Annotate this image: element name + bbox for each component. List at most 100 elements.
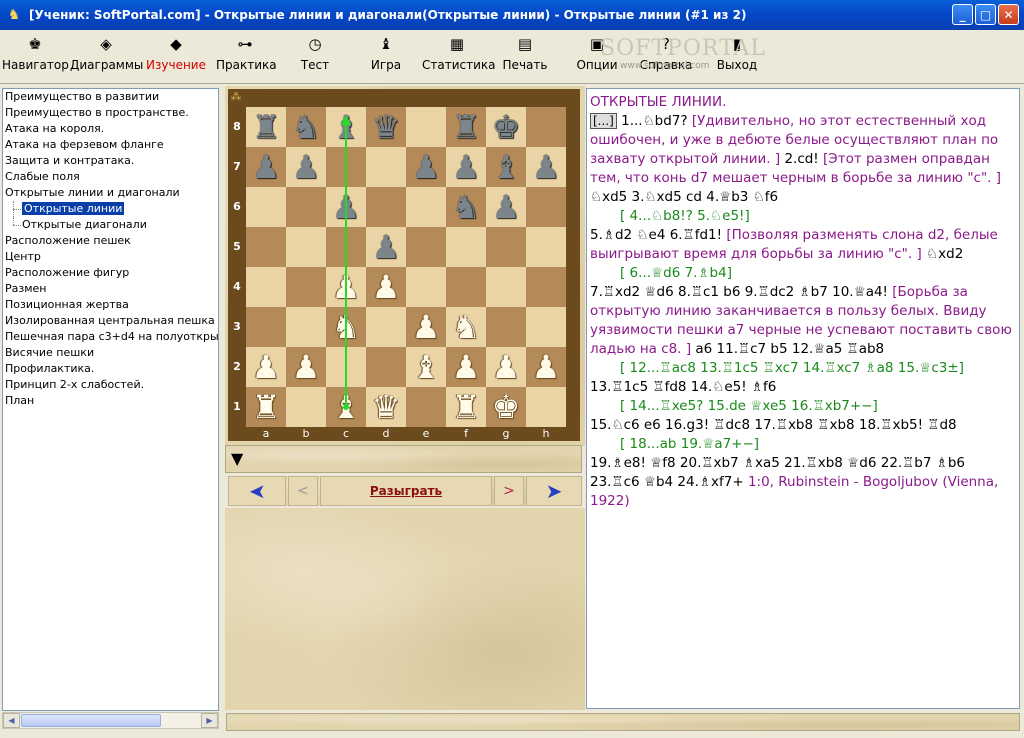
- square-a4[interactable]: [246, 267, 286, 307]
- square-g6[interactable]: ♟: [486, 187, 526, 227]
- scroll-left-icon[interactable]: ◀: [3, 713, 20, 728]
- square-a3[interactable]: [246, 307, 286, 347]
- square-h5[interactable]: [526, 227, 566, 267]
- square-g1[interactable]: ♚: [486, 387, 526, 427]
- tree-item[interactable]: Атака на ферзевом фланге: [3, 137, 218, 153]
- tree-item[interactable]: Преимущество в развитии: [3, 89, 218, 105]
- square-b8[interactable]: ♞: [286, 107, 326, 147]
- square-a2[interactable]: ♟: [246, 347, 286, 387]
- square-a1[interactable]: ♜: [246, 387, 286, 427]
- square-b7[interactable]: ♟: [286, 147, 326, 187]
- square-c4[interactable]: ♟: [326, 267, 366, 307]
- black-pawn-icon[interactable]: ♟: [332, 191, 361, 223]
- tree-item[interactable]: Центр: [3, 249, 218, 265]
- tree-item[interactable]: Открытые диагонали: [3, 217, 218, 233]
- black-rook-icon[interactable]: ♜: [452, 111, 481, 143]
- square-g3[interactable]: [486, 307, 526, 347]
- toolbar-clock-button[interactable]: ◷ Тест: [290, 34, 340, 78]
- black-bishop-icon[interactable]: ♝: [492, 151, 521, 183]
- square-d5[interactable]: ♟: [366, 227, 406, 267]
- square-h1[interactable]: [526, 387, 566, 427]
- square-c3[interactable]: ♞: [326, 307, 366, 347]
- white-queen-icon[interactable]: ♛: [372, 391, 401, 423]
- tree-item[interactable]: Атака на короля.: [3, 121, 218, 137]
- tree-item[interactable]: Расположение фигур: [3, 265, 218, 281]
- collapse-bracket[interactable]: [...]: [590, 113, 617, 129]
- square-e7[interactable]: ♟: [406, 147, 446, 187]
- toolbar-book-button[interactable]: ◆ Изучение: [145, 34, 207, 78]
- square-c8[interactable]: ♝: [326, 107, 366, 147]
- black-pawn-icon[interactable]: ♟: [532, 151, 561, 183]
- square-f3[interactable]: ♞: [446, 307, 486, 347]
- square-d8[interactable]: ♛: [366, 107, 406, 147]
- square-c7[interactable]: [326, 147, 366, 187]
- square-e1[interactable]: [406, 387, 446, 427]
- black-knight-icon[interactable]: ♞: [452, 191, 481, 223]
- close-button[interactable]: ✕: [998, 4, 1019, 25]
- square-a6[interactable]: [246, 187, 286, 227]
- square-h4[interactable]: [526, 267, 566, 307]
- square-b1[interactable]: [286, 387, 326, 427]
- tree-item[interactable]: Профилактика.: [3, 361, 218, 377]
- white-king-icon[interactable]: ♚: [492, 391, 521, 423]
- square-a8[interactable]: ♜: [246, 107, 286, 147]
- white-bishop-icon[interactable]: ♝: [332, 391, 361, 423]
- square-a5[interactable]: [246, 227, 286, 267]
- topic-tree[interactable]: Преимущество в развитии Преимущество в пр…: [2, 88, 219, 711]
- black-king-icon[interactable]: ♚: [492, 111, 521, 143]
- tree-item[interactable]: Расположение пешек: [3, 233, 218, 249]
- square-c1[interactable]: ♝: [326, 387, 366, 427]
- next-move-button[interactable]: >: [494, 476, 524, 506]
- toolbar-exit-button[interactable]: ▮ Выход: [712, 34, 762, 78]
- square-g7[interactable]: ♝: [486, 147, 526, 187]
- toolbar-diagrams-button[interactable]: ◈ Диаграммы: [70, 34, 143, 78]
- black-pawn-icon[interactable]: ♟: [292, 151, 321, 183]
- square-a7[interactable]: ♟: [246, 147, 286, 187]
- chess-board[interactable]: ♜ ♞ ♝ ♛ ♜ ♚ ♟ ♟ ♟ ♟ ♝ ♟ ♟ ♞ ♟ ♟ ♟ ♟ ♞ ♟ ♞ ♟ ♟ ♝ ♟ ♟ ♟ ♜ ♝ ♛ ♜ ♚: [246, 107, 566, 427]
- maximize-button[interactable]: □: [975, 4, 996, 25]
- square-g4[interactable]: [486, 267, 526, 307]
- square-h7[interactable]: ♟: [526, 147, 566, 187]
- tree-item[interactable]: Слабые поля: [3, 169, 218, 185]
- black-knight-icon[interactable]: ♞: [292, 111, 321, 143]
- square-c5[interactable]: [326, 227, 366, 267]
- tree-item[interactable]: Открытые линии: [3, 201, 218, 217]
- square-b3[interactable]: [286, 307, 326, 347]
- square-d3[interactable]: [366, 307, 406, 347]
- square-b5[interactable]: [286, 227, 326, 267]
- tree-item[interactable]: Преимущество в пространстве.: [3, 105, 218, 121]
- square-c6[interactable]: ♟: [326, 187, 366, 227]
- black-pawn-icon[interactable]: ♟: [452, 151, 481, 183]
- white-pawn-icon[interactable]: ♟: [492, 351, 521, 383]
- scroll-right-icon[interactable]: ▶: [201, 713, 218, 728]
- square-b2[interactable]: ♟: [286, 347, 326, 387]
- black-rook-icon[interactable]: ♜: [252, 111, 281, 143]
- tree-item[interactable]: Размен: [3, 281, 218, 297]
- white-pawn-icon[interactable]: ♟: [292, 351, 321, 383]
- square-e6[interactable]: [406, 187, 446, 227]
- white-pawn-icon[interactable]: ♟: [372, 271, 401, 303]
- square-h8[interactable]: [526, 107, 566, 147]
- square-h6[interactable]: [526, 187, 566, 227]
- square-g2[interactable]: ♟: [486, 347, 526, 387]
- tree-item[interactable]: План: [3, 393, 218, 409]
- black-pawn-icon[interactable]: ♟: [252, 151, 281, 183]
- scroll-thumb[interactable]: [21, 714, 161, 727]
- black-pawn-icon[interactable]: ♟: [412, 151, 441, 183]
- square-c2[interactable]: [326, 347, 366, 387]
- black-pawn-icon[interactable]: ♟: [372, 231, 401, 263]
- white-rook-icon[interactable]: ♜: [452, 391, 481, 423]
- square-b4[interactable]: [286, 267, 326, 307]
- black-bishop-icon[interactable]: ♝: [332, 111, 361, 143]
- square-f8[interactable]: ♜: [446, 107, 486, 147]
- tree-item[interactable]: Пешечная пара c3+d4 на полуоткрыт: [3, 329, 218, 345]
- toolbar-navigator-button[interactable]: ♚ Навигатор: [2, 34, 69, 78]
- last-move-button[interactable]: ➤: [526, 476, 582, 506]
- tree-item[interactable]: Защита и контратака.: [3, 153, 218, 169]
- black-pawn-icon[interactable]: ♟: [492, 191, 521, 223]
- black-queen-icon[interactable]: ♛: [372, 111, 401, 143]
- square-e4[interactable]: [406, 267, 446, 307]
- square-g8[interactable]: ♚: [486, 107, 526, 147]
- toolbar-printer-button[interactable]: ▤ Печать: [500, 34, 550, 78]
- white-pawn-icon[interactable]: ♟: [452, 351, 481, 383]
